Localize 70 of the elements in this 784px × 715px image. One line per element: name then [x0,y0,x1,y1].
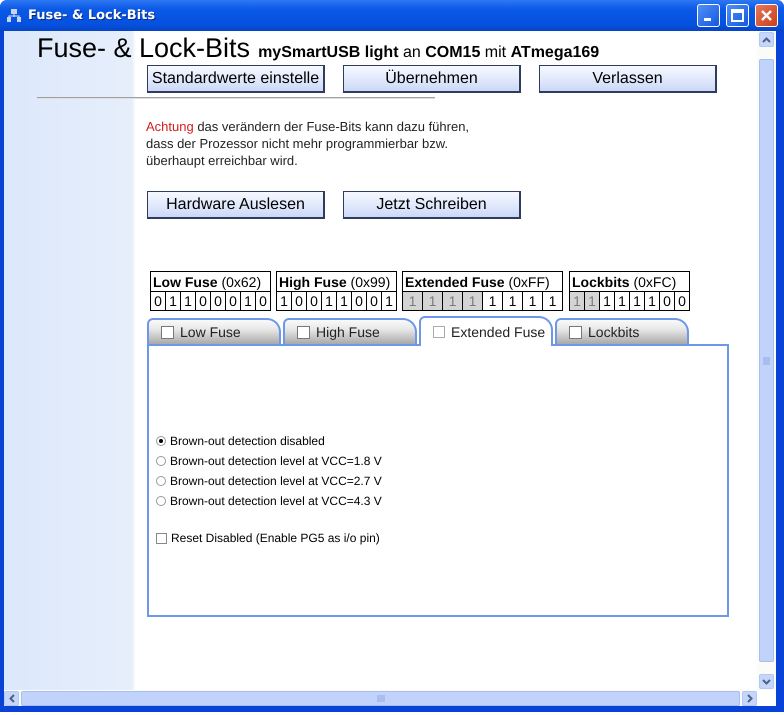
toolbar-button[interactable]: Verlassen [539,65,717,93]
bit-cell[interactable]: 0 [150,292,166,310]
bit-cell[interactable]: 1 [382,292,396,310]
bit-cell[interactable]: 0 [292,292,306,310]
bit-cell[interactable]: 0 [306,292,322,310]
scroll-down-icon[interactable] [759,674,774,689]
option-label: Brown-out detection level at VCC=4.3 V [170,494,382,508]
tab[interactable]: Lockbits [555,318,689,344]
window-title: Fuse- & Lock-Bits [28,8,156,23]
option-label: Reset Disabled (Enable PG5 as i/o pin) [171,531,380,545]
vertical-scrollbar[interactable] [757,31,776,690]
bit-cell[interactable]: 1 [542,292,562,310]
bit-cell[interactable]: 0 [196,292,210,310]
device-info: mySmartUSB light an COM15 mit ATmega169 [258,44,600,62]
option-label: Brown-out detection level at VCC=2.7 V [170,474,382,488]
tab[interactable]: Extended Fuse [419,316,553,346]
toolbar-button[interactable]: Übernehmen [343,65,521,93]
bit-cell[interactable]: 1 [322,292,336,310]
bit-cell[interactable]: 1 [614,292,630,310]
tab[interactable]: Low Fuse [147,318,281,344]
toolbar-button[interactable]: Standardwerte einstelle [147,65,325,93]
fuse-header: Extended Fuse (0xFF) [402,272,562,292]
checkbox[interactable] [161,326,174,338]
bit-cell[interactable]: 0 [256,292,270,310]
radio-button[interactable] [156,456,166,466]
bit-cell[interactable]: 1 [166,292,180,310]
checkbox[interactable] [433,326,445,338]
bit-cell[interactable]: 1 [522,292,542,310]
fuse-header: Lockbits (0xFC) [570,272,690,292]
bit-cell[interactable]: 0 [660,292,674,310]
bit-cell[interactable]: 1 [336,292,352,310]
bit-cell[interactable]: 1 [276,292,292,310]
radio-button[interactable] [156,496,166,506]
close-icon [760,9,773,22]
fuse-header: High Fuse (0x99) [276,272,396,292]
close-button[interactable] [755,4,778,27]
minimize-icon [704,18,710,21]
checkbox[interactable] [297,326,310,338]
radio-button[interactable] [156,436,166,446]
bit-cell[interactable]: 0 [226,292,240,310]
action-button[interactable]: Hardware Auslesen [147,191,325,219]
bit-cell[interactable]: 1 [240,292,256,310]
bit-cell[interactable]: 0 [366,292,382,310]
scroll-up-icon[interactable] [759,32,774,47]
option-label: Brown-out detection level at VCC=1.8 V [170,454,382,468]
scroll-left-icon[interactable] [4,690,19,706]
scroll-right-icon[interactable] [742,690,757,706]
bit-cell[interactable]: 1 [180,292,196,310]
bit-cell[interactable]: 0 [210,292,226,310]
checkbox[interactable] [156,532,167,544]
bit-cell[interactable]: 1 [644,292,660,310]
bit-cell[interactable]: 0 [352,292,366,310]
maximize-icon [731,9,744,22]
app-icon [6,8,22,24]
minimize-button[interactable] [697,4,720,27]
bit-cell[interactable]: 1 [502,292,522,310]
radio-button[interactable] [156,476,166,486]
bit-cell[interactable]: 1 [482,292,502,310]
option-label: Brown-out detection disabled [170,434,325,448]
tab[interactable]: High Fuse [283,318,417,344]
bit-cell[interactable]: 0 [674,292,690,310]
bit-cell[interactable]: 1 [630,292,644,310]
scroll-thumb[interactable] [759,59,774,662]
action-button[interactable]: Jetzt Schreiben [343,191,521,219]
bit-cell[interactable]: 1 [600,292,614,310]
fuse-header: Low Fuse (0x62) [150,272,270,292]
warning-text: Achtung das verändern der Fuse-Bits kann dazu führen, dass der Prozessor nicht mehr programmierbar bzw. überhaupt erreichbar wird. [146,118,470,169]
page-title: Fuse- & Lock-Bits [37,33,250,64]
maximize-button[interactable] [726,4,749,27]
checkbox[interactable] [569,326,582,338]
